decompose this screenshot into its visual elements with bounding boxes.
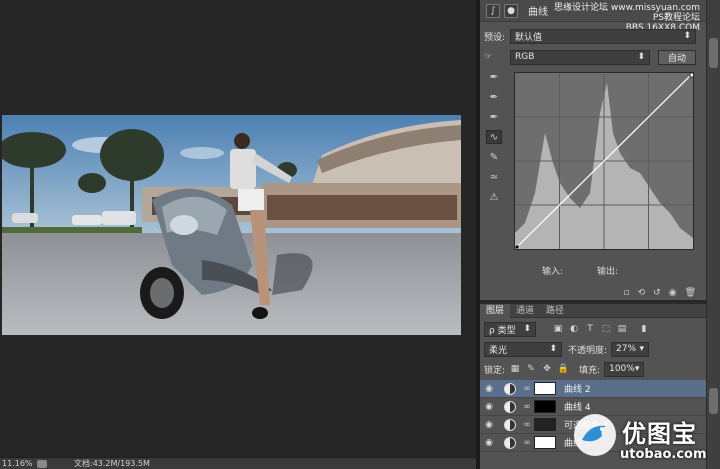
clipping-warning-icon[interactable]: ⚠: [486, 190, 502, 204]
chevron-down-icon: ▾: [634, 364, 640, 374]
fill-input[interactable]: 100% ▾: [604, 361, 645, 377]
clip-to-layer-icon[interactable]: ▫: [624, 288, 630, 298]
input-output-row: 输入: 输出:: [514, 264, 694, 277]
blend-mode-dropdown[interactable]: 柔光 ⬍: [484, 341, 562, 357]
layer-name[interactable]: 曲线 2: [564, 382, 591, 395]
properties-panel: ∫ ● 曲线 思缘设计论坛 www.missyuan.com PS教程论坛 BB…: [480, 0, 706, 300]
mask-icon[interactable]: ●: [504, 3, 518, 18]
layer-mask-thumbnail[interactable]: [534, 436, 556, 449]
adjustment-layer-icon: [504, 382, 516, 395]
adjustment-layer-icon: [504, 418, 516, 431]
auto-button[interactable]: 自动: [658, 49, 696, 65]
panel-scrollbar[interactable]: [706, 0, 720, 469]
status-menu-icon[interactable]: [37, 459, 47, 468]
filter-value: ρ 类型: [489, 325, 516, 336]
logo-domain: utobao.com: [620, 447, 707, 462]
trash-icon[interactable]: 🗑: [685, 288, 696, 298]
preset-row: 预设: 默认值 ⬍: [480, 27, 706, 45]
layer-row[interactable]: ◉ ∞ 曲线 2: [480, 380, 706, 398]
preset-dropdown[interactable]: 默认值 ⬍: [510, 28, 696, 44]
lock-all-icon[interactable]: 🔒: [557, 363, 569, 375]
fill-label: 填充:: [579, 365, 601, 376]
type-filter-icon[interactable]: T: [584, 323, 596, 335]
input-label: 输入:: [542, 267, 564, 277]
site-logo: 优图宝 utobao.com: [570, 410, 710, 469]
preset-value: 默认值: [515, 32, 543, 43]
watermark-line-1: 思缘设计论坛 www.missyuan.com: [554, 3, 700, 13]
smart-object-filter-icon[interactable]: ▤: [616, 323, 628, 335]
scroll-thumb-properties[interactable]: [709, 38, 718, 68]
sample-midtone-eyedropper-icon[interactable]: ✒: [486, 90, 502, 104]
chevron-down-icon: ▾: [639, 344, 645, 354]
preset-label: 预设:: [484, 32, 506, 43]
lock-transparent-icon[interactable]: ▦: [509, 363, 521, 375]
curve-tools: ✒ ✒ ✒ ∿ ✎ ≈ ⚠: [486, 70, 502, 204]
sample-highlight-eyedropper-icon[interactable]: ✒: [486, 110, 502, 124]
layer-mask-thumbnail[interactable]: [534, 382, 556, 395]
chevron-down-icon: ⬍: [637, 52, 645, 62]
curve-graph[interactable]: [514, 72, 694, 250]
logo-brand: 优图宝: [622, 420, 697, 448]
scroll-thumb-layers[interactable]: [709, 388, 718, 414]
tab-channels[interactable]: 通道: [510, 304, 540, 318]
properties-footer: ▫ ⟲ ↺ ◉ 🗑: [480, 286, 706, 300]
link-chain-icon[interactable]: ∞: [522, 402, 532, 412]
chevron-down-icon: ⬍: [683, 31, 691, 41]
edit-points-curve-icon[interactable]: ∿: [486, 130, 502, 144]
layer-filter-row: ρ 类型 ⬍ ▣ ◐ T ⬚ ▤ ▮: [480, 320, 706, 338]
document-size-info: 文档:43.2M/193.5M: [74, 459, 150, 468]
target-adjust-icon[interactable]: ☞: [480, 52, 510, 62]
lock-position-icon[interactable]: ✥: [541, 363, 553, 375]
photo-motorcycle-rider[interactable]: [2, 115, 461, 335]
view-previous-icon[interactable]: ⟲: [638, 288, 646, 298]
channel-row: ☞ RGB ⬍ 自动: [480, 48, 706, 66]
bird-logo-icon: [574, 414, 616, 456]
blend-row: 柔光 ⬍ 不透明度: 27% ▾: [480, 340, 706, 358]
visibility-eye-icon[interactable]: ◉: [669, 288, 677, 298]
channel-dropdown[interactable]: RGB ⬍: [510, 49, 650, 65]
tab-paths[interactable]: 路径: [540, 304, 570, 318]
link-chain-icon[interactable]: ∞: [522, 384, 532, 394]
layer-mask-thumbnail[interactable]: [534, 400, 556, 413]
output-label: 输出:: [597, 267, 619, 277]
chevron-down-icon: ⬍: [549, 344, 557, 354]
smooth-curve-icon[interactable]: ≈: [486, 170, 502, 184]
document-canvas[interactable]: [0, 0, 476, 457]
watermark-line-2: PS教程论坛: [652, 13, 700, 23]
channel-value: RGB: [515, 52, 535, 62]
opacity-input[interactable]: 27% ▾: [611, 341, 650, 357]
chevron-down-icon: ⬍: [523, 324, 531, 334]
status-bar: 11.16% 文档:43.2M/193.5M: [0, 457, 476, 469]
lock-row: 锁定: ▦ ✎ ✥ 🔒 填充: 100% ▾: [480, 360, 706, 378]
link-chain-icon[interactable]: ∞: [522, 438, 532, 448]
adjustment-filter-icon[interactable]: ◐: [568, 323, 580, 335]
image-filter-icon[interactable]: ▣: [552, 323, 564, 335]
zoom-level[interactable]: 11.16%: [0, 459, 34, 468]
fill-value: 100%: [609, 364, 635, 374]
visibility-eye-icon[interactable]: ◉: [480, 384, 498, 394]
lock-pixels-icon[interactable]: ✎: [525, 363, 537, 375]
blend-mode-value: 柔光: [489, 345, 508, 356]
opacity-value: 27%: [616, 344, 637, 354]
layer-mask-thumbnail[interactable]: [534, 418, 556, 431]
link-chain-icon[interactable]: ∞: [522, 420, 532, 430]
visibility-eye-icon[interactable]: ◉: [480, 438, 498, 448]
opacity-label: 不透明度:: [568, 345, 608, 356]
tab-layers[interactable]: 图层: [480, 304, 511, 318]
reset-icon[interactable]: ↺: [653, 288, 661, 298]
shape-filter-icon[interactable]: ⬚: [600, 323, 612, 335]
lock-label: 锁定:: [484, 365, 506, 376]
visibility-eye-icon[interactable]: ◉: [480, 402, 498, 412]
filter-toggle-icon[interactable]: ▮: [638, 323, 650, 335]
adjustment-layer-icon: [504, 436, 516, 449]
layers-tabs: 图层 通道 路径: [480, 304, 706, 318]
adjustment-layer-icon: [504, 400, 516, 413]
sample-shadow-eyedropper-icon[interactable]: ✒: [486, 70, 502, 84]
pencil-draw-icon[interactable]: ✎: [486, 150, 502, 164]
curves-adjustment-icon[interactable]: ∫: [486, 3, 500, 18]
layer-filter-dropdown[interactable]: ρ 类型 ⬍: [484, 321, 536, 337]
properties-title: 曲线: [528, 7, 548, 18]
visibility-eye-icon[interactable]: ◉: [480, 420, 498, 430]
